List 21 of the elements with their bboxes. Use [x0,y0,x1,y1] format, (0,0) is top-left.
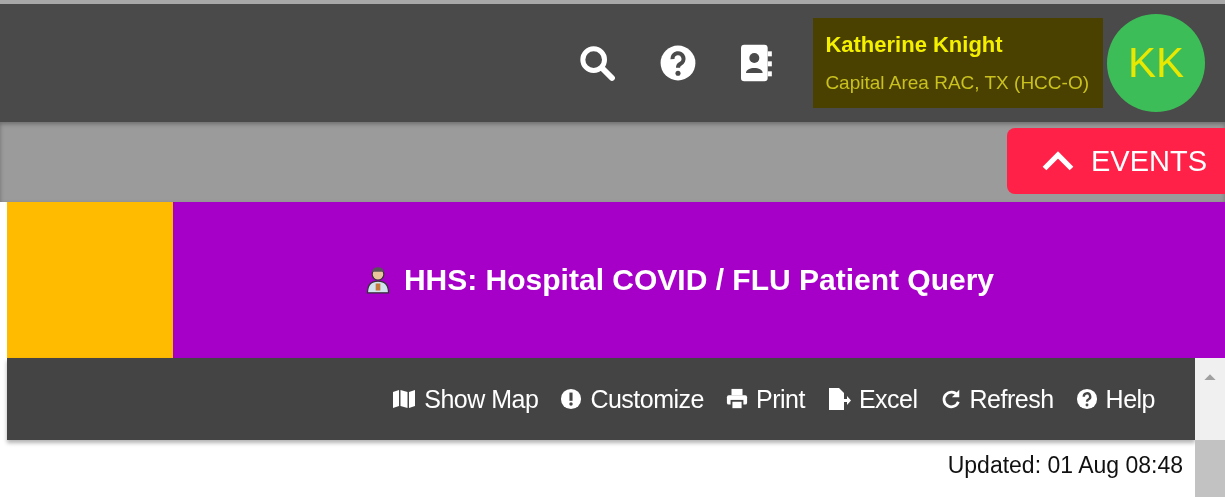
scrollbar[interactable] [1195,358,1225,440]
toolbar-button[interactable]: Print [726,384,805,414]
search-icon[interactable] [577,43,618,83]
toolbar-button[interactable]: Help [1075,384,1155,414]
toolbar-button[interactable]: Customize [560,384,704,414]
file-export-icon [826,387,851,411]
help-icon[interactable] [659,44,698,82]
toolbar-button[interactable]: Show Map [392,384,539,414]
scrollbar-thumb[interactable] [1195,440,1225,497]
map-icon [392,389,417,409]
events-button[interactable]: EVENTS [1006,128,1225,194]
banner-title: HHS: Hospital COVID / FLU Patient Query [403,263,995,297]
user-name: Katherine Knight [825,32,1004,58]
user-organization: Capital Area RAC, TX (HCC-O) [825,72,1089,94]
print-icon [726,388,748,410]
toolbar-button[interactable]: Refresh [939,384,1054,414]
updated-timestamp: Updated: 01 Aug 08:48 [946,451,1184,480]
contact-book-icon[interactable] [739,43,774,83]
exclamation-icon [560,388,583,410]
toolbar-button[interactable]: Excel [826,384,918,414]
help-icon [1075,388,1098,410]
